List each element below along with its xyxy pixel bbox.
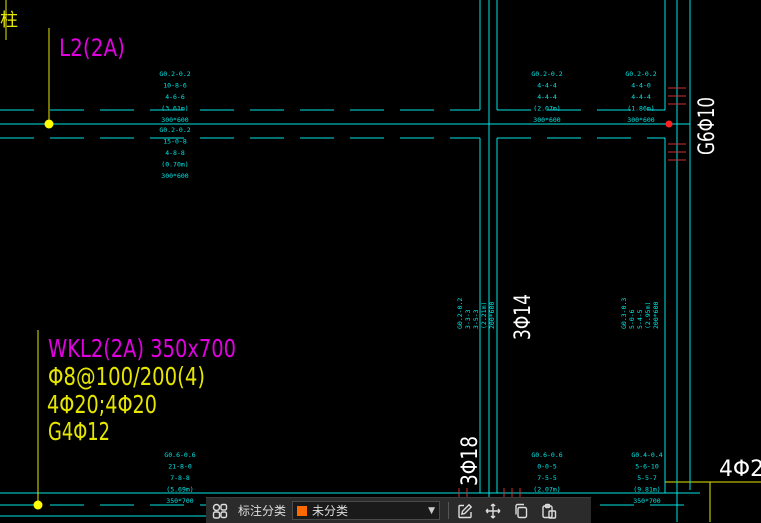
beam-l2-label[interactable]: L2(2A) <box>59 34 125 62</box>
annotation-line: 300*600 <box>161 172 188 180</box>
beam-wkl2-main-bars[interactable]: 4Φ20;4Φ20 <box>47 390 157 419</box>
annotation-line: 200*600 <box>652 302 660 329</box>
annotation-line: 21-8-0 <box>168 463 192 471</box>
top-left-fragment: 柱 <box>0 10 18 31</box>
annotation-line: 4-4-4 <box>537 93 557 101</box>
annotation-line: 4-6-6 <box>165 93 185 101</box>
annotation-line: G0.6-0.6 <box>164 451 195 459</box>
toolbar-separator <box>448 502 450 519</box>
category-color-swatch <box>297 505 308 516</box>
annotation-line: G0.2-0.2 <box>531 70 562 78</box>
annotation-line: (2.07m) <box>533 486 560 494</box>
chevron-down-icon: ▼ <box>428 505 436 516</box>
category-label: 标注分类 <box>238 504 287 518</box>
annotation-line: 5-0-6 <box>628 309 636 329</box>
annotation-line: 5-5-7 <box>637 474 657 482</box>
annotation-line: 4-8-8 <box>165 149 185 157</box>
annotation-line: 350*700 <box>166 497 193 505</box>
annotation-line: (2.21m) <box>480 302 488 329</box>
axis-point-marker[interactable] <box>44 119 54 129</box>
annotation-line: 350*700 <box>633 497 660 505</box>
annotation-line: 300*600 <box>533 116 560 124</box>
annotation-toolbar: 标注分类 未分类 ▼ <box>206 497 591 523</box>
vertical-mid-label[interactable]: 3Φ14 <box>511 294 536 340</box>
annotation-line: 300*600 <box>161 116 188 124</box>
annotation-line: G0.6-0.6 <box>531 451 562 459</box>
paste-icon[interactable] <box>535 498 563 523</box>
annotation-line: 4-4-4 <box>631 93 651 101</box>
annotation-line: 3-5-3 <box>472 309 480 329</box>
axis-point-marker[interactable] <box>33 500 43 510</box>
annotation-line: G0.2-0.2 <box>159 126 190 134</box>
annotation-line: 4-4-0 <box>631 82 651 90</box>
annotation-line: 0-0-5 <box>537 463 557 471</box>
cad-drawing-canvas[interactable]: 柱 L2(2A) WKL2(2A) 350x700 Φ8@100/200(4) … <box>0 0 761 522</box>
annotation-line: (3.61m) <box>161 105 188 113</box>
move-icon[interactable] <box>479 498 507 523</box>
edit-icon[interactable] <box>451 498 479 523</box>
annotation-line: 5-6-10 <box>635 463 659 471</box>
copy-icon[interactable] <box>507 498 535 523</box>
annotation-line: 15-0-8 <box>163 138 187 146</box>
annotation-line: 10-8-6 <box>163 82 187 90</box>
annotation-line: G0.2-0.2 <box>625 70 656 78</box>
vertical-bottom-label[interactable]: 3Φ18 <box>458 436 483 486</box>
annotation-line: 4-4-4 <box>537 82 557 90</box>
beam-wkl2-side-bars[interactable]: G4Φ12 <box>48 417 110 446</box>
bottom-right-label[interactable]: 4Φ2 <box>719 457 761 482</box>
annotation-line: 300*600 <box>627 116 654 124</box>
annotation-line: 3-3-3 <box>464 309 472 329</box>
annotation-line: G0.3-0.3 <box>620 298 628 329</box>
beam-wkl2-stirrup[interactable]: Φ8@100/200(4) <box>48 362 205 391</box>
annotation-line: (1.86m) <box>627 105 654 113</box>
category-dropdown[interactable]: 未分类 ▼ <box>292 501 441 520</box>
beam-wkl2-name[interactable]: WKL2(2A) 350x700 <box>48 334 236 363</box>
annotation-line: G0.2-0.2 <box>456 298 464 329</box>
annotation-line: 7-5-5 <box>537 474 557 482</box>
annotation-line: 7-8-8 <box>170 474 190 482</box>
annotation-line: (9.81m) <box>633 486 660 494</box>
annotation-line: G0.4-0.4 <box>631 451 662 459</box>
annotation-line: (5.69m) <box>166 486 193 494</box>
grid-icon[interactable] <box>206 498 234 523</box>
category-value: 未分类 <box>312 504 349 518</box>
annotation-line: G0.2-0.2 <box>159 70 190 78</box>
annotation-line: (0.70m) <box>161 161 188 169</box>
annotation-line: 200*600 <box>488 302 496 329</box>
annotation-line: 5-4-5 <box>636 309 644 329</box>
annotation-line: (2.07m) <box>533 105 560 113</box>
right-vertical-label[interactable]: G6Φ10 <box>695 97 720 155</box>
axis-point-marker-red[interactable] <box>665 120 673 128</box>
annotation-line: (2.95m) <box>644 302 652 329</box>
